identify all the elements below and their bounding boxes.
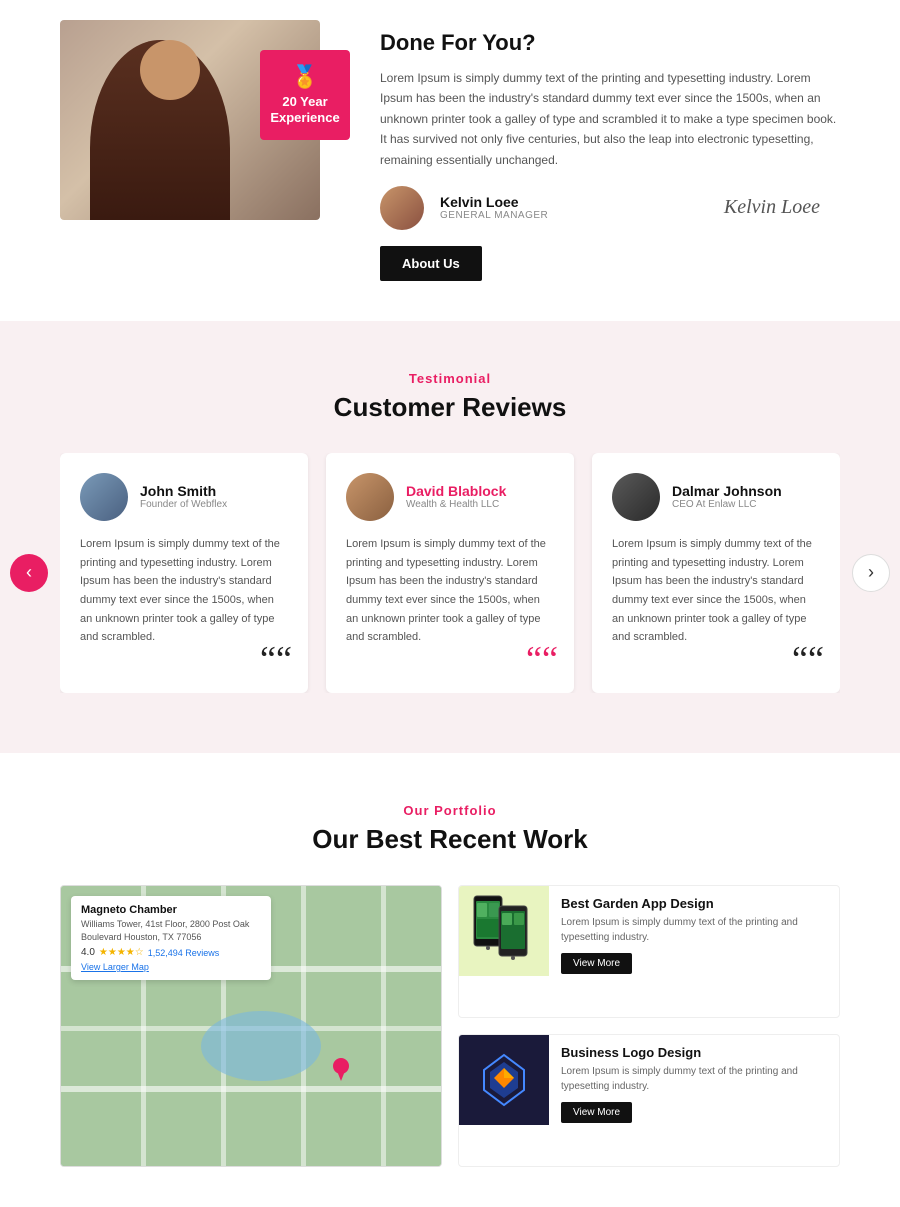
card-text: Lorem Ipsum is simply dummy text of the …	[612, 535, 820, 647]
avatar	[380, 186, 424, 230]
avatar	[80, 473, 128, 521]
testimonial-cards: John Smith Founder of Webflex Lorem Ipsu…	[60, 453, 840, 693]
map-card: Magneto Chamber Williams Tower, 41st Flo…	[60, 885, 442, 1167]
portfolio-title-item: Best Garden App Design	[561, 896, 829, 911]
avatar	[612, 473, 660, 521]
author-info: Kelvin Loee GENERAL MANAGER	[440, 194, 548, 221]
next-button[interactable]: ›	[852, 554, 890, 592]
card-author-info: Dalmar Johnson CEO At Enlaw LLC	[672, 483, 782, 510]
testimonial-card: John Smith Founder of Webflex Lorem Ipsu…	[60, 453, 308, 693]
top-image-col: 🏅 20 Year Experience	[60, 20, 340, 220]
portfolio-desc: Lorem Ipsum is simply dummy text of the …	[561, 1064, 829, 1094]
map-rating-row: 4.0 ★★★★☆ 1,52,494 Reviews	[81, 947, 261, 958]
map-reviews: 1,52,494 Reviews	[148, 948, 220, 958]
card-header: Dalmar Johnson CEO At Enlaw LLC	[612, 473, 820, 521]
portfolio-title-item: Business Logo Design	[561, 1045, 829, 1060]
garden-app-icon	[469, 891, 539, 971]
testimonial-slider: ‹ John Smith Founder of Webflex Lorem Ip…	[0, 453, 900, 693]
card-role: CEO At Enlaw LLC	[672, 499, 782, 510]
badge-icon: 🏅	[291, 64, 318, 90]
portfolio-label: Our Portfolio	[60, 803, 840, 818]
quote-icon: ““	[260, 641, 292, 677]
badge-experience: Experience	[270, 110, 339, 126]
card-author-info: John Smith Founder of Webflex	[140, 483, 227, 510]
card-header: John Smith Founder of Webflex	[80, 473, 288, 521]
top-heading: Done For You?	[380, 30, 840, 56]
portfolio-section: Our Portfolio Our Best Recent Work	[0, 753, 900, 1207]
portfolio-info: Business Logo Design Lorem Ipsum is simp…	[561, 1035, 839, 1133]
view-more-button[interactable]: View More	[561, 953, 632, 974]
portfolio-desc: Lorem Ipsum is simply dummy text of the …	[561, 915, 829, 945]
badge-year: 20 Year	[282, 94, 327, 110]
author-title: GENERAL MANAGER	[440, 210, 548, 221]
testimonial-section: Testimonial Customer Reviews ‹ John Smit…	[0, 321, 900, 753]
map-overlay: Magneto Chamber Williams Tower, 41st Flo…	[71, 896, 271, 980]
map-address: Williams Tower, 41st Floor, 2800 Post Oa…	[81, 918, 261, 943]
stars-icon: ★★★★☆	[99, 947, 144, 958]
portfolio-thumbnail: LOGONAME	[459, 1035, 549, 1125]
portfolio-info: Best Garden App Design Lorem Ipsum is si…	[561, 886, 839, 984]
card-name: Dalmar Johnson	[672, 483, 782, 499]
portfolio-thumbnail	[459, 886, 549, 976]
top-content-col: Done For You? Lorem Ipsum is simply dumm…	[380, 20, 840, 281]
testimonial-card: David Blablock Wealth & Health LLC Lorem…	[326, 453, 574, 693]
card-header: David Blablock Wealth & Health LLC	[346, 473, 554, 521]
card-name: John Smith	[140, 483, 227, 499]
card-role: Founder of Webflex	[140, 499, 227, 510]
quote-icon: ““	[526, 641, 558, 677]
map-rating-score: 4.0	[81, 947, 95, 958]
about-us-button[interactable]: About Us	[380, 246, 482, 281]
card-role: Wealth & Health LLC	[406, 499, 506, 510]
map-placeholder: Magneto Chamber Williams Tower, 41st Flo…	[61, 886, 441, 1166]
author-row: Kelvin Loee GENERAL MANAGER Kelvin Loee	[380, 186, 840, 230]
map-business-name: Magneto Chamber	[81, 904, 261, 916]
portfolio-title: Our Best Recent Work	[60, 824, 840, 855]
card-text: Lorem Ipsum is simply dummy text of the …	[346, 535, 554, 647]
card-name: David Blablock	[406, 483, 506, 499]
portfolio-grid: Magneto Chamber Williams Tower, 41st Flo…	[60, 885, 840, 1167]
portfolio-item: Best Garden App Design Lorem Ipsum is si…	[458, 885, 840, 1018]
author-signature: Kelvin Loee	[724, 196, 840, 219]
card-text: Lorem Ipsum is simply dummy text of the …	[80, 535, 288, 647]
portfolio-item: LOGONAME Business Logo Design Lorem Ipsu…	[458, 1034, 840, 1167]
experience-badge: 🏅 20 Year Experience	[260, 50, 350, 140]
author-name: Kelvin Loee	[440, 194, 548, 210]
quote-icon: ““	[792, 641, 824, 677]
map-view-link[interactable]: View Larger Map	[81, 962, 261, 972]
view-more-button[interactable]: View More	[561, 1102, 632, 1123]
prev-button[interactable]: ‹	[10, 554, 48, 592]
avatar	[346, 473, 394, 521]
testimonial-label: Testimonial	[0, 371, 900, 386]
top-body: Lorem Ipsum is simply dummy text of the …	[380, 68, 840, 170]
testimonial-title: Customer Reviews	[0, 392, 900, 423]
testimonial-card: Dalmar Johnson CEO At Enlaw LLC Lorem Ip…	[592, 453, 840, 693]
logo-design-icon: LOGONAME	[474, 1050, 534, 1110]
top-section: 🏅 20 Year Experience Done For You? Lorem…	[0, 0, 900, 321]
card-author-info: David Blablock Wealth & Health LLC	[406, 483, 506, 510]
